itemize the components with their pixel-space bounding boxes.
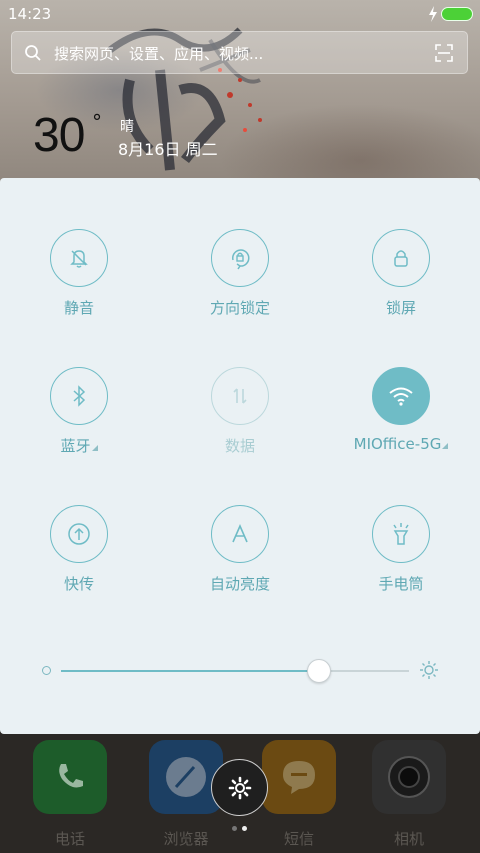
search-icon xyxy=(25,45,41,61)
brightness-slider[interactable] xyxy=(61,659,409,683)
page-dot-active xyxy=(242,826,247,831)
search-placeholder: 搜索网页、设置、应用、视频... xyxy=(54,45,264,63)
message-icon xyxy=(262,740,336,814)
scan-icon[interactable] xyxy=(435,44,453,62)
gear-icon xyxy=(228,776,251,799)
tile-label-wifi: MIOffice-5G xyxy=(301,435,480,453)
bluetooth-icon xyxy=(50,367,108,425)
dock-label-browser: 浏览器 xyxy=(163,830,209,848)
settings-button[interactable] xyxy=(211,759,268,816)
search-bar[interactable]: 搜索网页、设置、应用、视频... xyxy=(11,31,468,74)
tile-lock-screen[interactable]: 锁屏 xyxy=(341,229,461,329)
tile-quick-transfer[interactable]: 快传 xyxy=(19,505,139,605)
tile-rotation-lock[interactable]: 方向锁定 xyxy=(180,229,300,329)
brightness-low-icon xyxy=(42,666,51,675)
dock-label-camera: 相机 xyxy=(393,830,424,848)
weather-date: 8月16日 周二 xyxy=(118,140,218,159)
auto-brightness-icon xyxy=(211,505,269,563)
mobile-data-icon xyxy=(211,367,269,425)
battery-icon xyxy=(441,7,473,21)
tile-mute[interactable]: 静音 xyxy=(19,229,139,329)
weather-condition: 晴 xyxy=(120,119,134,135)
page-dot xyxy=(232,826,237,831)
tile-wifi[interactable]: MIOffice-5G xyxy=(341,367,461,467)
page-indicator xyxy=(232,826,252,834)
dock-label-messages: 短信 xyxy=(283,830,314,848)
dock-app-messages[interactable]: 短信 xyxy=(262,740,336,850)
tile-mobile-data[interactable]: 数据 xyxy=(180,367,300,467)
quick-transfer-icon xyxy=(50,505,108,563)
expand-indicator-icon xyxy=(91,445,98,451)
brightness-slider-thumb[interactable] xyxy=(306,659,331,683)
rotation-lock-icon xyxy=(211,229,269,287)
status-bar: 14:23 xyxy=(0,0,480,28)
tile-label-lock-screen: 锁屏 xyxy=(385,299,416,317)
brightness-high-icon xyxy=(420,661,438,679)
tile-label-flashlight: 手电筒 xyxy=(378,575,424,593)
charging-icon xyxy=(429,6,437,22)
status-time: 14:23 xyxy=(8,5,52,23)
tile-auto-brightness[interactable]: 自动亮度 xyxy=(180,505,300,605)
quick-settings-panel: 静音 方向锁定 锁屏 蓝牙 数据 MIOffice-5G 快传 自动亮度 手电筒 xyxy=(0,178,480,734)
flashlight-icon xyxy=(372,505,430,563)
dock-label-phone: 电话 xyxy=(54,830,85,848)
camera-icon xyxy=(372,740,446,814)
tile-flashlight[interactable]: 手电筒 xyxy=(341,505,461,605)
lock-icon xyxy=(372,229,430,287)
dock-app-camera[interactable]: 相机 xyxy=(372,740,446,850)
bell-off-icon xyxy=(50,229,108,287)
degree-symbol: ° xyxy=(92,110,102,134)
dock-app-phone[interactable]: 电话 xyxy=(33,740,107,850)
brightness-slider-fill xyxy=(61,670,319,672)
tile-bluetooth[interactable]: 蓝牙 xyxy=(19,367,139,467)
expand-indicator-icon xyxy=(442,443,449,449)
wifi-icon xyxy=(372,367,430,425)
phone-icon xyxy=(33,740,107,814)
temperature: 30 xyxy=(33,109,85,162)
